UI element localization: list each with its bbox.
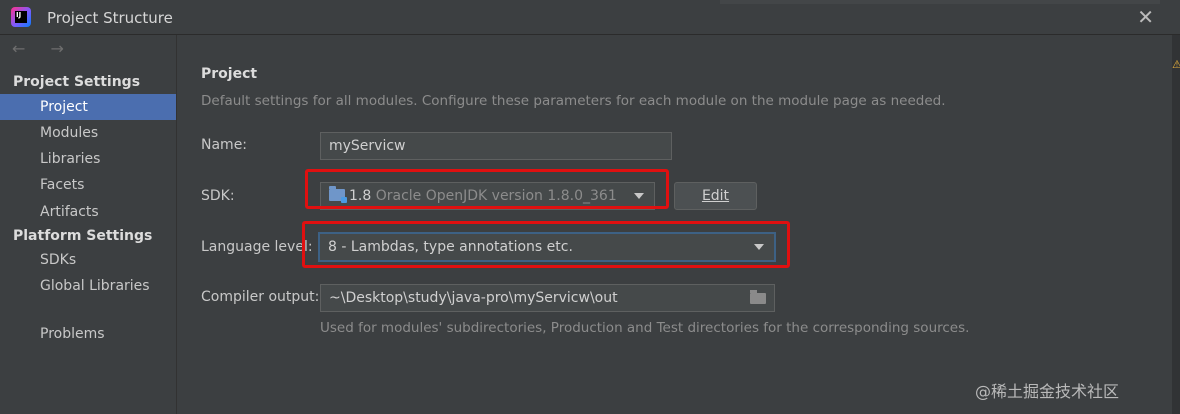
browse-folder-icon[interactable] [750,290,766,304]
sdk-combo[interactable]: 1.8 Oracle OpenJDK version 1.8.0_361 [320,182,655,210]
scrollbar[interactable] [1172,35,1180,414]
sidebar: ← → Project Settings Project Modules Lib… [0,35,177,414]
compiler-output-value: ~\Desktop\study\java-pro\myServicw\out [329,290,618,306]
language-level-combo[interactable]: 8 - Lambdas, type annotations etc. [318,232,776,262]
sidebar-item-sdks[interactable]: SDKs [0,247,176,273]
sidebar-item-artifacts[interactable]: Artifacts [0,199,176,225]
page-description: Default settings for all modules. Config… [201,93,946,109]
window-title: Project Structure [47,9,173,27]
compiler-output-label: Compiler output: [201,289,320,305]
edit-sdk-button[interactable]: Edit [674,182,757,210]
project-settings-panel: Project Default settings for all modules… [177,35,1173,414]
sidebar-item-modules[interactable]: Modules [0,120,176,146]
language-level-value: 8 - Lambdas, type annotations etc. [328,239,573,255]
project-settings-heading: Project Settings [13,74,141,90]
edit-button-label: Edit [701,188,730,204]
sidebar-item-project[interactable]: Project [0,94,176,120]
name-label: Name: [201,137,248,153]
chevron-down-icon [754,244,764,250]
sdk-folder-icon [329,186,347,203]
background-window-strip [720,0,1160,4]
watermark: @稀土掘金技术社区 [975,382,1120,401]
sdk-version: 1.8 [349,188,372,204]
compiler-output-hint: Used for modules' subdirectories, Produc… [320,320,970,336]
close-icon[interactable]: ✕ [1137,5,1154,29]
sidebar-item-problems[interactable]: Problems [0,321,176,347]
intellij-app-icon: IJ [11,7,31,27]
sidebar-item-facets[interactable]: Facets [0,172,176,198]
sdk-detail: Oracle OpenJDK version 1.8.0_361 [375,188,617,204]
title-bar: IJ Project Structure ✕ [0,0,1180,35]
platform-settings-heading: Platform Settings [13,228,153,244]
language-level-label: Language level: [201,239,313,255]
back-forward-icon[interactable]: ← → [12,39,74,58]
warning-icon: ⚠ [1172,58,1180,71]
sdk-label: SDK: [201,188,235,204]
chevron-down-icon [634,193,644,199]
sidebar-item-libraries[interactable]: Libraries [0,146,176,172]
name-field[interactable]: myServicw [320,132,672,160]
page-title: Project [201,66,258,82]
compiler-output-field[interactable]: ~\Desktop\study\java-pro\myServicw\out [320,284,775,312]
sidebar-item-global-libraries[interactable]: Global Libraries [0,273,176,299]
